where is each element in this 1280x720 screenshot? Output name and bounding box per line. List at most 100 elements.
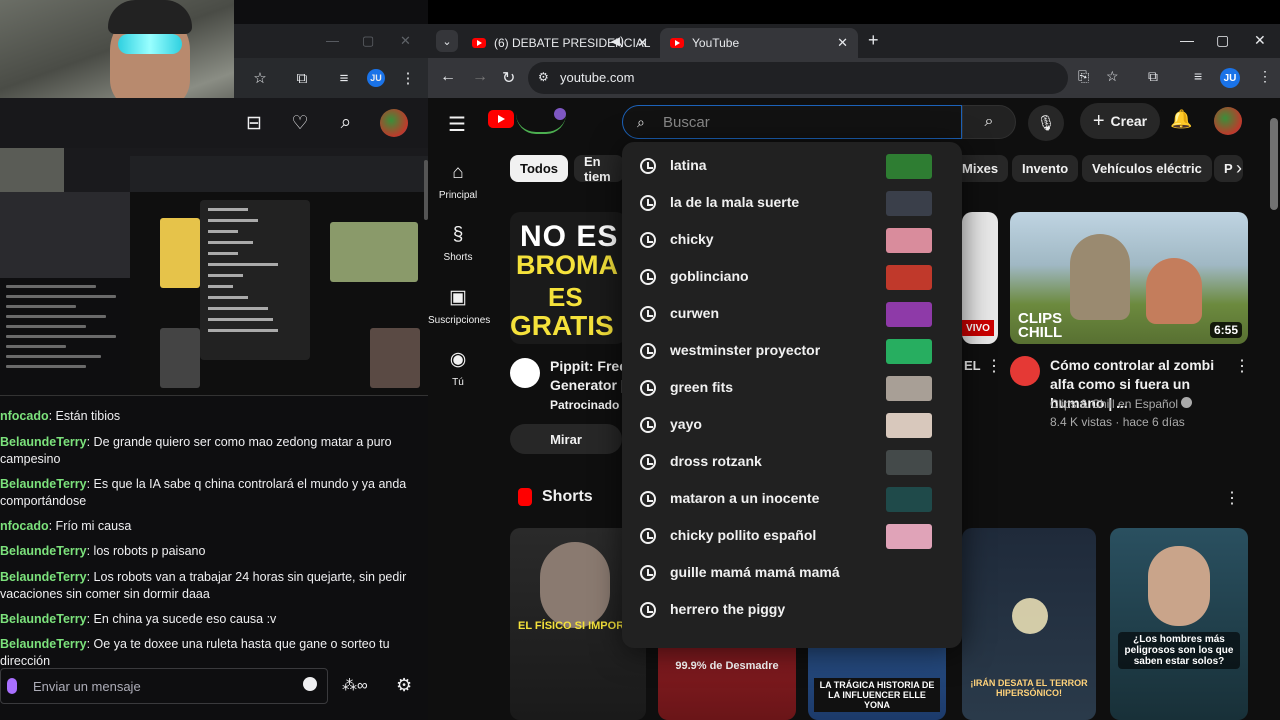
chip-all[interactable]: Todos [510,155,569,182]
extensions-icon[interactable]: ⧉ [1148,68,1158,85]
chat-input[interactable]: Enviar un mensaje [0,668,328,704]
tab-search-icon[interactable]: ⌄ [436,30,458,52]
chevron-right-icon[interactable]: › [1236,158,1242,179]
short-card[interactable]: ¡IRÁN DESATA EL TERROR HIPERSÓNICO! [962,528,1096,720]
history-icon [640,195,656,211]
prime-loot-icon[interactable]: ⊟ [242,111,266,135]
suggestion-item[interactable]: guille mamá mamá mamá [622,555,962,592]
bookmark-star-icon[interactable]: ☆ [244,62,276,94]
tab-debate[interactable]: (6) DEBATE PRESIDENCIAL ◀) ✕ [462,28,658,58]
suggestion-item[interactable]: curwen [622,296,962,333]
account-avatar[interactable] [1214,107,1242,135]
new-tab-icon[interactable]: + [868,30,879,51]
streamer-sunglasses [118,34,182,54]
create-button[interactable]: + Crear [1080,103,1160,139]
suggestion-item[interactable]: goblinciano [622,259,962,296]
maximize-button[interactable]: ▢ [362,33,374,49]
heart-icon[interactable]: ♡ [288,111,312,135]
video-thumbnail[interactable]: CLIPS CHILL 6:55 [1010,212,1248,344]
media-control-icon[interactable]: ≡ [328,62,360,94]
more-options-icon[interactable]: ⋮ [986,356,1002,376]
close-tab-icon[interactable]: ✕ [837,35,848,51]
suggestion-thumbnail [886,524,932,549]
channel-points-icon[interactable]: ⁂∞ [342,676,368,694]
install-app-icon[interactable]: ⎘ [1078,68,1089,85]
user-avatar[interactable] [380,109,408,137]
search-icon[interactable]: ⌕ [334,111,358,135]
close-window-icon[interactable]: ✕ [1254,32,1266,49]
youtube-logo[interactable] [488,110,514,128]
suggestion-item[interactable]: herrero the piggy [622,592,962,629]
suggestion-item[interactable]: la de la mala suerte [622,185,962,222]
browser-menu-icon[interactable]: ⋮ [392,62,424,94]
maximize-icon[interactable]: ▢ [1216,32,1229,49]
media-control-icon[interactable]: ≡ [1194,68,1202,84]
short-card[interactable]: ¿Los hombres más peligrosos son los que … [1110,528,1248,720]
minimize-button[interactable]: — [326,33,339,48]
suggestion-item[interactable]: dross rotzank [622,444,962,481]
suggestion-thumbnail [886,265,932,290]
mirror-thumb [330,222,418,282]
speaker-icon[interactable]: ◀) [611,34,624,48]
close-button[interactable]: ✕ [400,33,411,49]
ad-thumbnail[interactable]: NO ES BROMA ES GRATIS [510,212,626,344]
tab-youtube[interactable]: YouTube ✕ [660,28,858,58]
guide-item-you[interactable]: ◉ Tú [428,348,488,388]
mirror-thumb [160,328,200,388]
suggestion-item[interactable]: westminster proyector [622,333,962,370]
left-browser-toolbar: ☆ ⧉ ≡ JU ⋮ [234,58,428,98]
shorts-icon [518,488,532,506]
suggestion-item[interactable]: latina [622,148,962,185]
guide-item-shorts[interactable]: § Shorts [428,224,488,263]
notifications-bell-icon[interactable]: 🔔 [1170,109,1192,130]
youtube-doodle[interactable] [516,108,566,134]
reload-icon[interactable]: ↻ [502,68,515,88]
bookmark-star-icon[interactable]: ☆ [1106,68,1119,85]
gear-icon[interactable]: ⚙ [396,675,412,696]
chip-invento[interactable]: Invento [1012,155,1079,182]
back-icon[interactable]: ← [440,68,456,86]
forward-icon[interactable]: → [472,68,488,86]
voice-search-button[interactable]: 🎙 [1028,105,1064,141]
search-button[interactable]: ⌕ [962,105,1016,139]
suggestion-item[interactable]: mataron a un inocente [622,481,962,518]
ad-channel-avatar[interactable] [510,358,540,388]
duration-badge: 6:55 [1209,322,1242,338]
history-icon [640,306,656,322]
site-info-icon[interactable]: ⚙ [538,70,552,84]
more-options-icon[interactable]: ⋮ [1234,356,1250,376]
suggestion-item[interactable]: chicky [622,222,962,259]
minimize-icon[interactable]: — [1180,32,1194,48]
live-thumbnail[interactable]: VIVO [962,212,998,344]
emoji-icon[interactable] [303,677,317,691]
page-scrollbar[interactable] [1270,118,1278,210]
close-tab-icon[interactable]: ✕ [637,35,648,51]
live-title[interactable]: EL [964,358,981,373]
suggestion-item[interactable]: green fits [622,370,962,407]
mic-icon[interactable] [7,678,17,694]
mirror-dropdown [200,200,310,360]
guide-item-subscriptions[interactable]: ▣ Suscripciones [428,286,490,326]
extensions-icon[interactable]: ⧉ [286,62,318,94]
suggestion-thumbnail [886,302,932,327]
suggestion-thumbnail [886,154,932,179]
search-box[interactable]: ⌕ [622,105,962,139]
more-options-icon[interactable]: ⋮ [1224,488,1240,508]
profile-avatar[interactable]: JU [1220,68,1240,88]
guide-item-home[interactable]: ⌂ Principal [428,162,488,201]
chip-live[interactable]: En tiem [574,155,624,182]
search-input[interactable] [663,111,943,133]
suggestion-item[interactable]: chicky pollito español [622,518,962,555]
suggestion-item[interactable]: yayo [622,407,962,444]
channel-name[interactable]: Clips & Chill en Español [1050,397,1193,411]
search-suggestions: latina la de la mala suerte chicky gobli… [622,142,962,648]
profile-avatar[interactable]: JU [360,62,392,94]
channel-avatar[interactable] [1010,356,1040,386]
chip-vehicles[interactable]: Vehículos eléctric [1082,155,1212,182]
watch-ad-button[interactable]: Mirar [510,424,622,454]
address-bar[interactable]: ⚙ youtube.com [528,62,1068,94]
hamburger-menu-icon[interactable]: ☰ [448,112,466,137]
thumb-figure [1070,234,1130,320]
browser-menu-icon[interactable]: ⋮ [1258,68,1272,85]
tab-title: YouTube [692,36,740,50]
